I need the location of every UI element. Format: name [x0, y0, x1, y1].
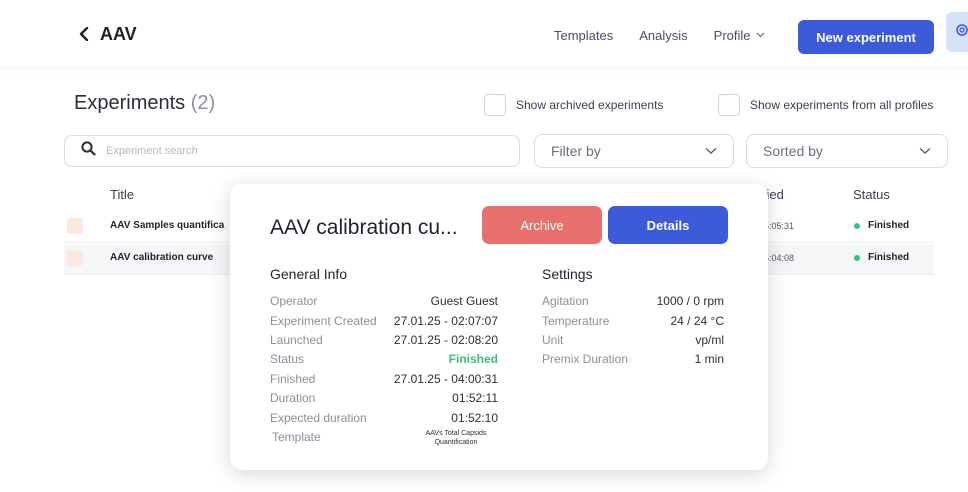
checkbox-box[interactable] — [718, 94, 740, 116]
status-dot-icon — [854, 254, 860, 261]
sort-dropdown[interactable]: Sorted by — [746, 134, 948, 168]
general-info-heading: General Info — [270, 266, 348, 282]
page-title: AAV — [100, 24, 137, 44]
info-value: Finished — [448, 352, 498, 366]
experiments-heading: Experiments (2) — [74, 92, 215, 115]
row-status-label: Finished — [868, 220, 910, 231]
show-archived-checkbox[interactable]: Show archived experiments — [484, 94, 663, 116]
search-input[interactable]: Experiment search — [64, 135, 520, 167]
info-label: Finished — [270, 372, 316, 386]
experiment-popup: AAV calibration cu... Archive Details Ge… — [230, 184, 768, 470]
row-modified: 5:04:08 — [764, 253, 795, 263]
info-label: Status — [270, 352, 305, 366]
row-status-label: Finished — [868, 252, 910, 263]
experiments-title: Experiments — [74, 92, 186, 114]
top-bar: AAV Templates Analysis Profile New exper… — [0, 0, 968, 66]
setting-value: 1 min — [694, 352, 724, 366]
row-title: AAV calibration curve — [110, 252, 214, 263]
info-value: 27.01.25 - 02:07:07 — [393, 314, 498, 328]
setting-label: Unit — [542, 333, 564, 347]
info-label: Operator — [270, 294, 318, 308]
info-label: Launched — [270, 333, 323, 347]
show-all-profiles-checkbox[interactable]: Show experiments from all profiles — [718, 94, 933, 116]
filter-label: Filter by — [551, 143, 601, 159]
info-value: 27.01.25 - 02:08:20 — [393, 333, 498, 347]
setting-value: vp/ml — [695, 333, 724, 347]
new-experiment-button[interactable]: New experiment — [798, 20, 934, 54]
row-title: AAV Samples quantifica — [110, 220, 225, 231]
column-status[interactable]: Status — [853, 187, 890, 202]
search-icon — [81, 141, 96, 161]
nav-templates[interactable]: Templates — [554, 28, 613, 43]
chevron-down-icon — [705, 144, 717, 158]
setting-value: 1000 / 0 rpm — [656, 294, 724, 308]
gear-icon — [954, 22, 968, 43]
info-label: Duration — [270, 391, 316, 405]
chevron-down-icon — [756, 30, 765, 41]
setting-label: Premix Duration — [542, 352, 629, 366]
experiments-count: (2) — [190, 92, 216, 114]
chevron-left-icon — [78, 26, 90, 44]
setting-value: 24 / 24 °C — [670, 314, 725, 328]
nav-analysis[interactable]: Analysis — [639, 28, 687, 43]
info-value: 01:52:10 — [451, 411, 498, 425]
column-title[interactable]: Title — [110, 187, 134, 202]
info-label: Expected duration — [270, 411, 367, 425]
details-button[interactable]: Details — [608, 206, 728, 244]
info-value: AAVs Total Capsids Quantification — [425, 430, 487, 446]
row-checkbox[interactable] — [67, 250, 83, 266]
top-nav: Templates Analysis Profile — [554, 28, 765, 43]
popup-title: AAV calibration cu... — [270, 216, 458, 239]
show-archived-label: Show archived experiments — [516, 98, 664, 112]
info-value: 27.01.25 - 04:00:31 — [393, 372, 498, 386]
info-value: 01:52:11 — [452, 391, 498, 405]
filter-dropdown[interactable]: Filter by — [534, 134, 734, 168]
info-label: Experiment Created — [270, 314, 377, 328]
settings-button[interactable] — [946, 12, 968, 52]
archive-button[interactable]: Archive — [482, 206, 602, 244]
nav-profile-label: Profile — [713, 28, 751, 43]
checkbox-box[interactable] — [484, 94, 506, 116]
row-status: Finished — [854, 252, 909, 263]
search-placeholder: Experiment search — [106, 145, 198, 157]
row-status: Finished — [854, 220, 909, 231]
show-all-profiles-label: Show experiments from all profiles — [750, 98, 934, 112]
back-button[interactable]: AAV — [78, 24, 137, 45]
nav-profile[interactable]: Profile — [714, 28, 765, 43]
settings-heading: Settings — [542, 266, 593, 282]
row-modified: 5:05:31 — [764, 221, 795, 231]
status-dot-icon — [854, 222, 860, 229]
info-label: Template — [272, 430, 321, 444]
info-value: Guest Guest — [430, 294, 498, 308]
chevron-down-icon — [919, 144, 931, 158]
setting-label: Agitation — [542, 294, 589, 308]
setting-label: Temperature — [542, 314, 610, 328]
sort-label: Sorted by — [763, 143, 823, 159]
row-checkbox[interactable] — [67, 218, 83, 234]
